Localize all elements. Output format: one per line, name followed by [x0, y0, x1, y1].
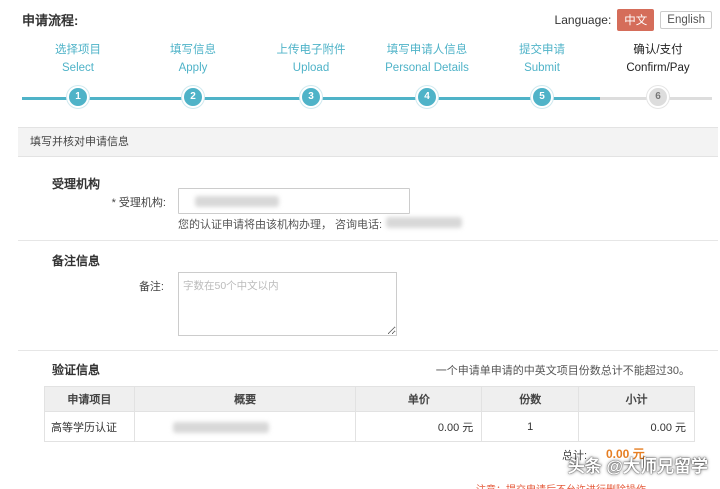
progress-steps: 选择项目 Select 1 填写信息 Apply 2 上传电子附件 Upload… [22, 42, 712, 120]
cell-price: 0.00 元 [355, 411, 483, 442]
col-header-qty: 份数 [481, 386, 580, 412]
language-label: Language: [554, 13, 612, 27]
step-label-cn: 填写信息 [170, 44, 216, 56]
step-submit: 提交申请 Submit 5 [486, 42, 598, 108]
step-label-en: Upload [292, 62, 330, 74]
quantity-limit-note: 一个申请单申请的中英文项目份数总计不能超过30。 [435, 365, 690, 377]
section-title-remark: 备注信息 [52, 254, 101, 268]
step-label-en: Submit [524, 62, 560, 74]
col-header-price: 单价 [355, 386, 483, 412]
step-label-cn: 填写申请人信息 [386, 44, 468, 56]
section-title-agency: 受理机构 [52, 177, 101, 191]
step-upload: 上传电子附件 Upload 3 [255, 42, 367, 108]
step-number: 5 [531, 86, 553, 108]
step-label-cn: 确认/支付 [633, 44, 683, 56]
cell-subtotal: 0.00 元 [578, 411, 695, 442]
table-header-row: 申请项目 概要 单价 份数 小计 [44, 386, 695, 412]
agency-hint: 您的认证申请将由该机构办理， 咨询电话: [178, 219, 383, 231]
step-number: 1 [67, 86, 89, 108]
application-items-table: 申请项目 概要 单价 份数 小计 高等学历认证 0.00 元 1 0.00 元 [44, 386, 695, 442]
step-label-cn: 提交申请 [519, 44, 565, 56]
step-label-cn: 上传电子附件 [276, 44, 346, 56]
page-title: 申请流程: [22, 13, 79, 28]
step-label-en: Select [62, 62, 94, 74]
panel-heading: 填写并核对申请信息 [18, 127, 718, 157]
redacted-phone [386, 217, 462, 228]
cell-summary [133, 411, 357, 442]
submit-warning: 注意：提交申请后不允许进行删除操作 [476, 481, 646, 489]
remark-textarea[interactable] [178, 272, 397, 336]
col-header-item: 申请项目 [44, 386, 135, 412]
section-divider [18, 240, 718, 241]
redacted-agency-name [195, 196, 279, 207]
agency-field-label: * 受理机构: [111, 197, 166, 209]
language-switcher: Language: 中文 English [555, 9, 712, 31]
step-select: 选择项目 Select 1 [22, 42, 134, 108]
step-label-en: Confirm/Pay [626, 62, 690, 74]
step-personal-details: 填写申请人信息 Personal Details 4 [371, 42, 483, 108]
cell-qty: 1 [481, 411, 580, 442]
step-number: 2 [182, 86, 204, 108]
col-header-summary: 概要 [133, 386, 357, 412]
step-number: 6 [647, 86, 669, 108]
table-row: 高等学历认证 0.00 元 1 0.00 元 [44, 411, 695, 442]
lang-chinese-button[interactable]: 中文 [617, 9, 655, 31]
col-header-subtotal: 小计 [578, 386, 695, 412]
step-confirm-pay: 确认/支付 Confirm/Pay 6 [602, 42, 714, 108]
watermark-text: 头条 @大师兄留学 [567, 457, 708, 476]
cell-item: 高等学历认证 [44, 411, 135, 442]
section-divider [18, 350, 718, 351]
step-number: 3 [300, 86, 322, 108]
lang-english-button[interactable]: English [660, 11, 712, 29]
step-label-cn: 选择项目 [55, 44, 101, 56]
step-label-en: Personal Details [385, 62, 469, 74]
remark-field-label: 备注: [138, 281, 164, 293]
redacted-summary [172, 422, 269, 433]
agency-select[interactable] [178, 188, 410, 214]
step-apply: 填写信息 Apply 2 [137, 42, 249, 108]
section-title-verify: 验证信息 [52, 363, 101, 377]
step-number: 4 [416, 86, 438, 108]
step-label-en: Apply [178, 62, 208, 74]
